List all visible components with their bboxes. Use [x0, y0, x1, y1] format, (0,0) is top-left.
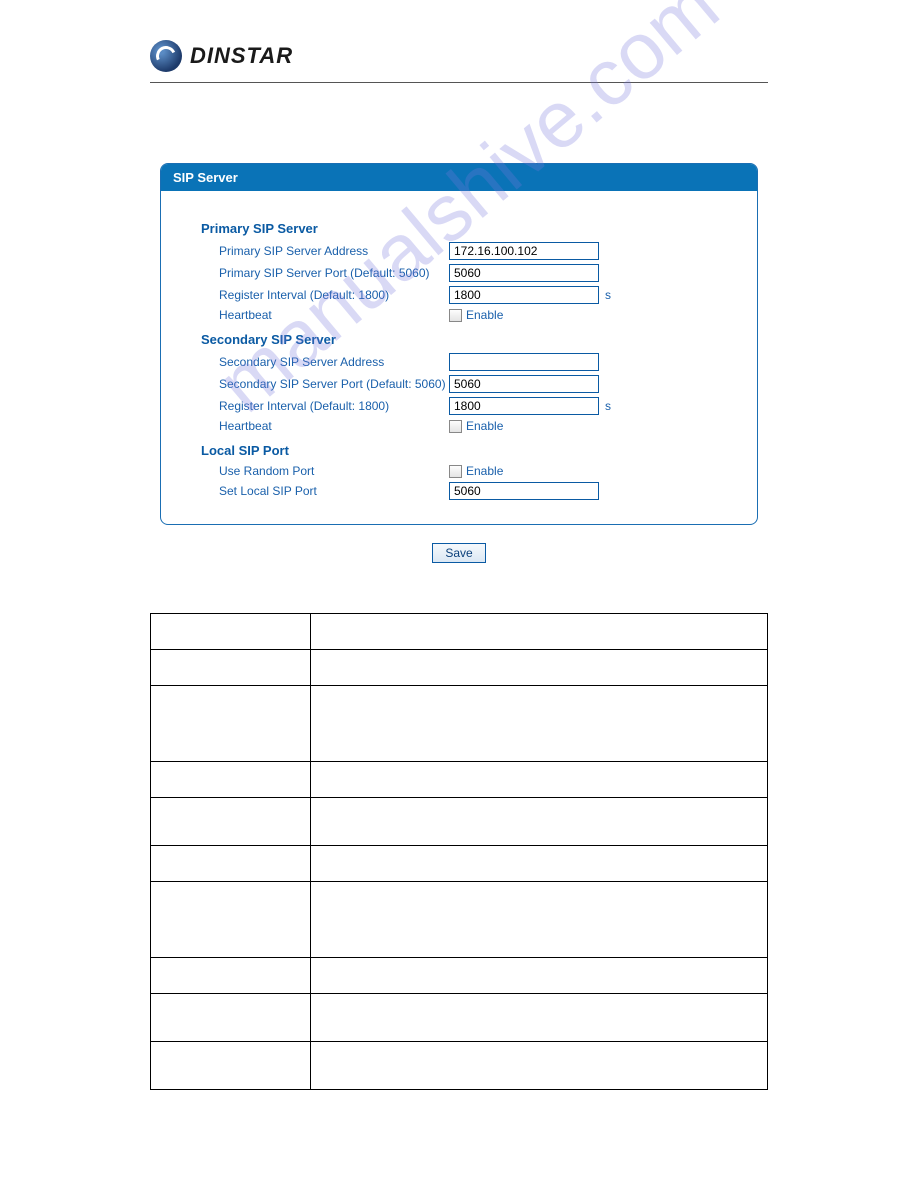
table-cell: [311, 614, 768, 650]
table-cell: [151, 882, 311, 958]
secondary-interval-suffix: s: [605, 399, 611, 413]
primary-addr-label: Primary SIP Server Address: [219, 244, 449, 258]
local-heading: Local SIP Port: [201, 443, 727, 458]
secondary-addr-input[interactable]: [449, 353, 599, 371]
secondary-port-row: Secondary SIP Server Port (Default: 5060…: [219, 375, 727, 393]
primary-interval-input[interactable]: [449, 286, 599, 304]
primary-interval-row: Register Interval (Default: 1800) s: [219, 286, 727, 304]
secondary-interval-row: Register Interval (Default: 1800) s: [219, 397, 727, 415]
primary-addr-input[interactable]: [449, 242, 599, 260]
table-cell: [311, 994, 768, 1042]
primary-heading: Primary SIP Server: [201, 221, 727, 236]
table-cell: [311, 882, 768, 958]
save-button[interactable]: Save: [432, 543, 485, 563]
random-port-enable: Enable: [466, 464, 503, 478]
table-cell: [151, 958, 311, 994]
save-row: Save: [150, 543, 768, 563]
set-port-input[interactable]: [449, 482, 599, 500]
secondary-port-label: Secondary SIP Server Port (Default: 5060…: [219, 377, 449, 391]
panel-body: Primary SIP Server Primary SIP Server Ad…: [161, 191, 757, 524]
primary-heartbeat-row: Heartbeat Enable: [219, 308, 727, 322]
table-cell: [151, 846, 311, 882]
primary-interval-suffix: s: [605, 288, 611, 302]
primary-port-input[interactable]: [449, 264, 599, 282]
brand-name: DINSTAR: [190, 43, 293, 69]
table-cell: [311, 1042, 768, 1090]
set-port-row: Set Local SIP Port: [219, 482, 727, 500]
panel-title: SIP Server: [161, 164, 757, 191]
secondary-heartbeat-enable: Enable: [466, 419, 503, 433]
secondary-addr-row: Secondary SIP Server Address: [219, 353, 727, 371]
primary-port-row: Primary SIP Server Port (Default: 5060): [219, 264, 727, 282]
random-port-row: Use Random Port Enable: [219, 464, 727, 478]
primary-heartbeat-label: Heartbeat: [219, 308, 449, 322]
secondary-heartbeat-checkbox[interactable]: [449, 420, 462, 433]
table-cell: [151, 614, 311, 650]
table-cell: [151, 798, 311, 846]
table-cell: [151, 762, 311, 798]
random-port-label: Use Random Port: [219, 464, 449, 478]
brand-header: DINSTAR: [150, 40, 768, 83]
secondary-heartbeat-row: Heartbeat Enable: [219, 419, 727, 433]
brand-logo-icon: [150, 40, 182, 72]
table-cell: [311, 958, 768, 994]
secondary-heartbeat-label: Heartbeat: [219, 419, 449, 433]
primary-heartbeat-enable: Enable: [466, 308, 503, 322]
sip-server-panel: SIP Server Primary SIP Server Primary SI…: [160, 163, 758, 525]
secondary-port-input[interactable]: [449, 375, 599, 393]
table-cell: [311, 846, 768, 882]
secondary-addr-label: Secondary SIP Server Address: [219, 355, 449, 369]
table-cell: [151, 1042, 311, 1090]
primary-interval-label: Register Interval (Default: 1800): [219, 288, 449, 302]
secondary-heading: Secondary SIP Server: [201, 332, 727, 347]
set-port-label: Set Local SIP Port: [219, 484, 449, 498]
primary-port-label: Primary SIP Server Port (Default: 5060): [219, 266, 449, 280]
random-port-checkbox[interactable]: [449, 465, 462, 478]
description-table: [150, 613, 768, 1090]
primary-addr-row: Primary SIP Server Address: [219, 242, 727, 260]
table-cell: [311, 650, 768, 686]
primary-heartbeat-checkbox[interactable]: [449, 309, 462, 322]
table-cell: [311, 762, 768, 798]
table-cell: [311, 686, 768, 762]
table-cell: [311, 798, 768, 846]
table-cell: [151, 686, 311, 762]
secondary-interval-label: Register Interval (Default: 1800): [219, 399, 449, 413]
table-cell: [151, 650, 311, 686]
table-cell: [151, 994, 311, 1042]
secondary-interval-input[interactable]: [449, 397, 599, 415]
